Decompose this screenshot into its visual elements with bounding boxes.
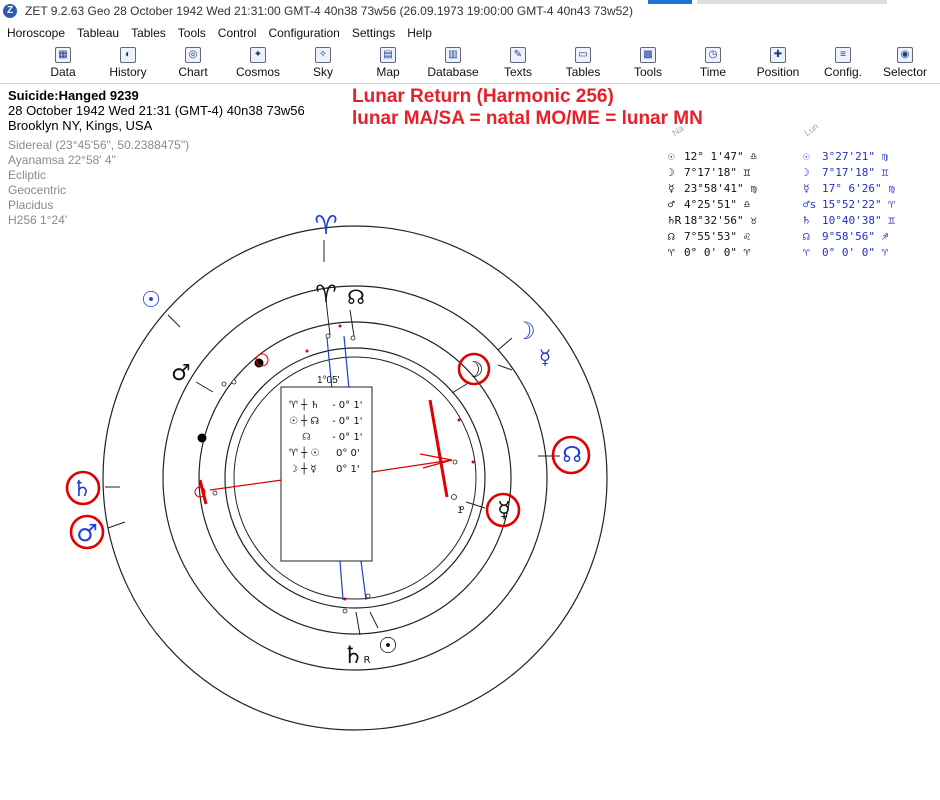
natal-saturn-glyph-icon: ♄ bbox=[342, 641, 364, 669]
lunar-saturn-glyph-icon: ♄ bbox=[72, 477, 92, 502]
aspect-value-2: - 0° 1' bbox=[332, 432, 362, 443]
lunar-node-glyph-icon: ☊ bbox=[562, 443, 582, 468]
lunar-mercury-glyph-icon: ☿ bbox=[539, 345, 551, 369]
aspect-value-0: - 0° 1' bbox=[332, 400, 362, 411]
lunar-sun-glyph-icon: ☉ bbox=[141, 288, 161, 313]
natal-node-glyph-icon: ☊ bbox=[347, 285, 365, 309]
lunar-mars-glyph-icon: ♂ bbox=[76, 519, 98, 547]
aspect-label-3: ♈ ┼ ☉ bbox=[289, 446, 319, 459]
aspect-label-1: ☉ ┼ ☊ bbox=[289, 414, 319, 427]
natal-sun-glyph-icon: ☉ bbox=[378, 634, 398, 659]
lunar-moon-glyph-icon: ☽ bbox=[514, 317, 536, 345]
house-cusp-label: 1 bbox=[457, 506, 463, 516]
aspect-box-title: 1°05' bbox=[317, 375, 340, 386]
natal-aries-point-glyph-icon: ♈ bbox=[315, 280, 337, 308]
natal-mars-glyph-icon: ♂ bbox=[171, 361, 191, 386]
aspect-label-4: ☽ ┼ ☿ bbox=[289, 462, 316, 475]
horoscope-wheel[interactable]: 1°05' ♈ ┼ ♄ - 0° 1' ☉ ┼ ☊ - 0° 1' ☊ - 0°… bbox=[0, 0, 940, 800]
natal-saturn-retrograde-label: R bbox=[364, 655, 371, 666]
aspect-label-0: ♈ ┼ ♄ bbox=[289, 398, 319, 411]
aspect-value-1: - 0° 1' bbox=[332, 416, 362, 427]
aspect-label-2: ☊ bbox=[302, 432, 311, 443]
natal-moon-glyph-icon: ☽ bbox=[464, 358, 484, 383]
natal-mercury-glyph-icon: ☿ bbox=[497, 498, 511, 523]
lunar-aries-point-glyph-icon: ♈ bbox=[314, 211, 337, 241]
aspect-value-4: 0° 1' bbox=[336, 464, 360, 475]
aspect-value-3: 0° 0' bbox=[336, 448, 360, 459]
